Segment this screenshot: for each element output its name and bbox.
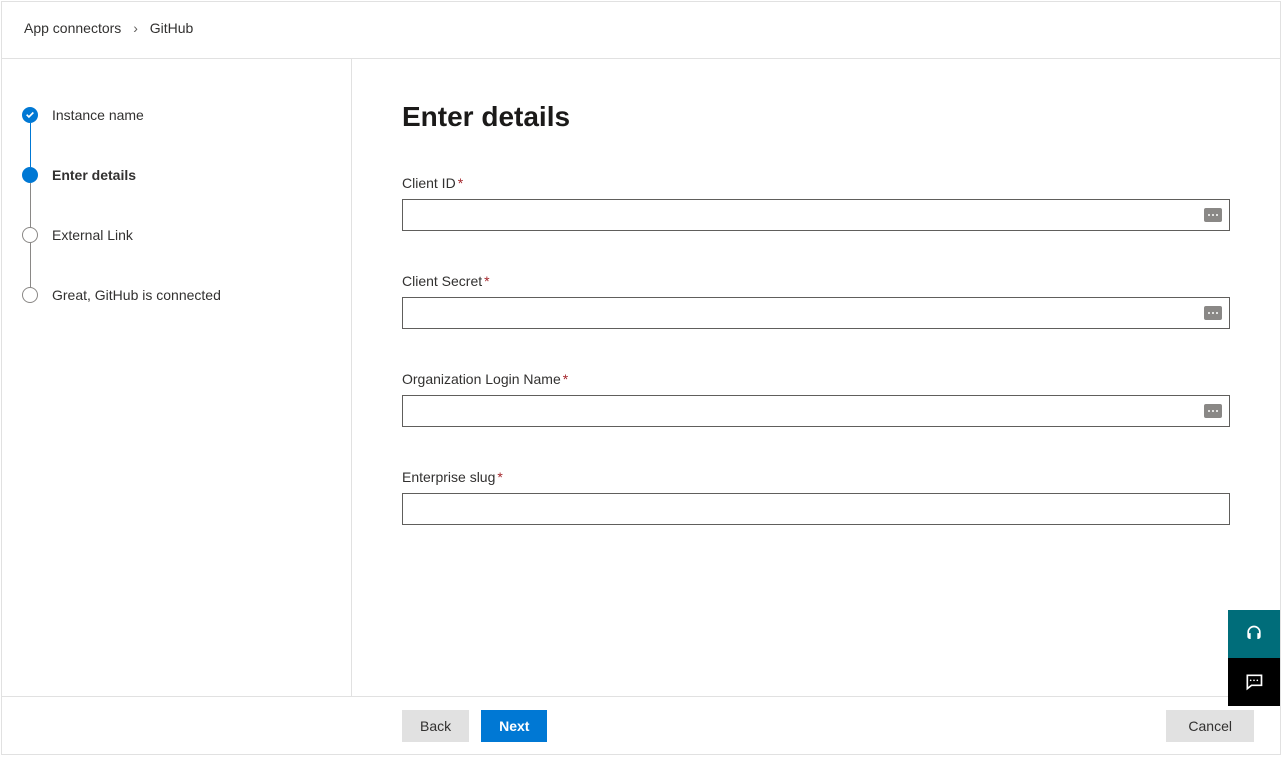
field-label: Client Secret* <box>402 273 1230 289</box>
more-options-icon[interactable] <box>1204 404 1222 418</box>
circle-outline-icon <box>22 227 38 243</box>
step-label: Great, GitHub is connected <box>52 287 221 303</box>
field-org-login-name: Organization Login Name* <box>402 371 1230 427</box>
step-label: External Link <box>52 227 133 243</box>
step-enter-details[interactable]: Enter details <box>22 167 331 183</box>
step-label: Enter details <box>52 167 136 183</box>
step-label: Instance name <box>52 107 144 123</box>
enterprise-slug-input[interactable] <box>402 493 1230 525</box>
step-external-link[interactable]: External Link <box>22 227 331 243</box>
chat-icon <box>1244 672 1264 692</box>
support-button[interactable] <box>1228 610 1280 658</box>
circle-outline-icon <box>22 287 38 303</box>
main-content: Enter details Client ID* Client Secret* <box>352 59 1280 754</box>
page-title: Enter details <box>402 101 1230 133</box>
checkmark-circle-icon <box>22 107 38 123</box>
required-indicator: * <box>484 273 489 289</box>
step-instance-name[interactable]: Instance name <box>22 107 331 123</box>
client-secret-input[interactable] <box>402 297 1230 329</box>
field-client-id: Client ID* <box>402 175 1230 231</box>
more-options-icon[interactable] <box>1204 208 1222 222</box>
more-options-icon[interactable] <box>1204 306 1222 320</box>
steps-sidebar: Instance name Enter details External Lin… <box>2 59 352 754</box>
required-indicator: * <box>458 175 463 191</box>
field-client-secret: Client Secret* <box>402 273 1230 329</box>
circle-filled-icon <box>22 167 38 183</box>
breadcrumb: App connectors › GitHub <box>2 2 1280 59</box>
feedback-button[interactable] <box>1228 658 1280 706</box>
field-label: Client ID* <box>402 175 1230 191</box>
next-button[interactable]: Next <box>481 710 547 742</box>
chevron-right-icon: › <box>133 20 138 36</box>
back-button[interactable]: Back <box>402 710 469 742</box>
breadcrumb-current: GitHub <box>150 20 194 36</box>
headset-icon <box>1244 624 1264 644</box>
breadcrumb-parent-link[interactable]: App connectors <box>24 20 121 36</box>
required-indicator: * <box>563 371 568 387</box>
organization-login-name-input[interactable] <box>402 395 1230 427</box>
cancel-button[interactable]: Cancel <box>1166 710 1254 742</box>
field-enterprise-slug: Enterprise slug* <box>402 469 1230 525</box>
field-label: Enterprise slug* <box>402 469 1230 485</box>
step-connected[interactable]: Great, GitHub is connected <box>22 287 331 303</box>
footer: Back Next Cancel <box>2 696 1280 754</box>
side-action-bar <box>1228 610 1280 706</box>
field-label: Organization Login Name* <box>402 371 1230 387</box>
required-indicator: * <box>497 469 502 485</box>
client-id-input[interactable] <box>402 199 1230 231</box>
